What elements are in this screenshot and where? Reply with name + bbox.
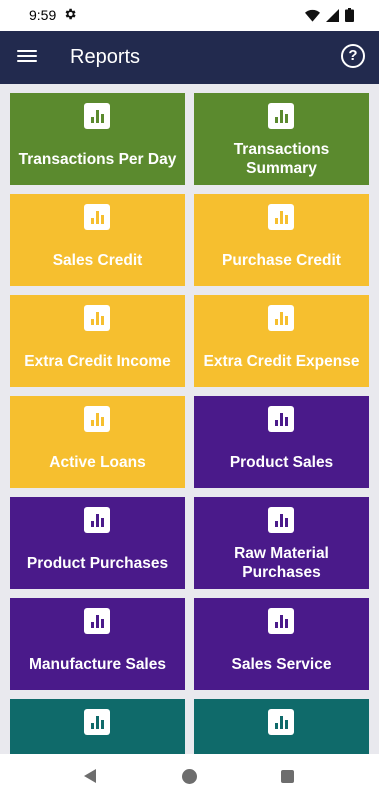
report-tile[interactable]: Product Purchases — [10, 497, 185, 589]
bar-chart-icon — [84, 709, 110, 735]
wifi-icon — [305, 9, 320, 22]
gear-icon — [65, 8, 76, 20]
report-tile[interactable]: Purchase Credit — [194, 194, 369, 286]
report-tile[interactable]: Extra Expense — [194, 699, 369, 754]
recents-icon[interactable] — [281, 770, 294, 783]
report-tile[interactable]: Extra Income — [10, 699, 185, 754]
back-icon[interactable] — [84, 769, 96, 783]
bar-chart-icon — [268, 103, 294, 129]
bar-chart-icon — [84, 406, 110, 432]
report-tile[interactable]: Extra Credit Expense — [194, 295, 369, 387]
report-tile-label: Extra Expense — [198, 743, 365, 754]
report-tile[interactable]: Transactions Summary — [194, 93, 369, 185]
bar-chart-icon — [268, 204, 294, 230]
signal-icon — [326, 8, 339, 22]
status-time: 9:59 — [29, 7, 57, 23]
menu-icon[interactable] — [17, 47, 37, 67]
bar-chart-icon — [84, 608, 110, 634]
report-tile[interactable]: Active Loans — [10, 396, 185, 488]
report-tile[interactable]: Raw Material Purchases — [194, 497, 369, 589]
report-tile-label: Extra Credit Expense — [203, 352, 360, 370]
battery-icon — [345, 8, 354, 22]
bar-chart-icon — [268, 507, 294, 533]
report-tile-label: Sales Service — [231, 655, 332, 673]
bar-chart-icon — [268, 406, 294, 432]
report-tile[interactable]: Product Sales — [194, 396, 369, 488]
bar-chart-icon — [84, 103, 110, 129]
report-tile[interactable]: Extra Credit Income — [10, 295, 185, 387]
report-tile-label: Product Purchases — [26, 554, 169, 572]
bar-chart-icon — [84, 305, 110, 331]
home-icon[interactable] — [182, 769, 197, 784]
report-tile-label: Purchase Credit — [222, 251, 341, 269]
report-tile[interactable]: Sales Service — [194, 598, 369, 690]
report-tile-label: Raw Material Purchases — [234, 545, 329, 581]
bar-chart-icon — [268, 709, 294, 735]
bar-chart-icon — [268, 608, 294, 634]
report-tile[interactable]: Transactions Per Day — [10, 93, 185, 185]
report-tile-label: Sales Credit — [52, 251, 143, 269]
report-tile-label: Transactions Per Day — [18, 150, 177, 168]
report-tile-label: Active Loans — [49, 453, 146, 471]
help-icon[interactable]: ? — [341, 44, 365, 68]
report-tile-label: Manufacture Sales — [29, 655, 166, 673]
status-bar: 9:59 — [0, 0, 379, 31]
bar-chart-icon — [84, 204, 110, 230]
report-tile[interactable]: Manufacture Sales — [10, 598, 185, 690]
report-tile-label: Transactions Summary — [233, 141, 330, 177]
page-title: Reports — [70, 46, 141, 68]
app-bar: Reports ? — [0, 31, 379, 84]
report-tile[interactable]: Sales Credit — [10, 194, 185, 286]
bar-chart-icon — [84, 507, 110, 533]
bar-chart-icon — [268, 305, 294, 331]
report-tile-label: Extra Credit Income — [24, 352, 171, 370]
system-nav-bar — [0, 754, 379, 800]
report-tile-label: Extra Income — [14, 743, 181, 754]
report-tile-label: Product Sales — [229, 453, 334, 471]
reports-grid: Transactions Per Day Transactions Summary… — [0, 84, 379, 754]
